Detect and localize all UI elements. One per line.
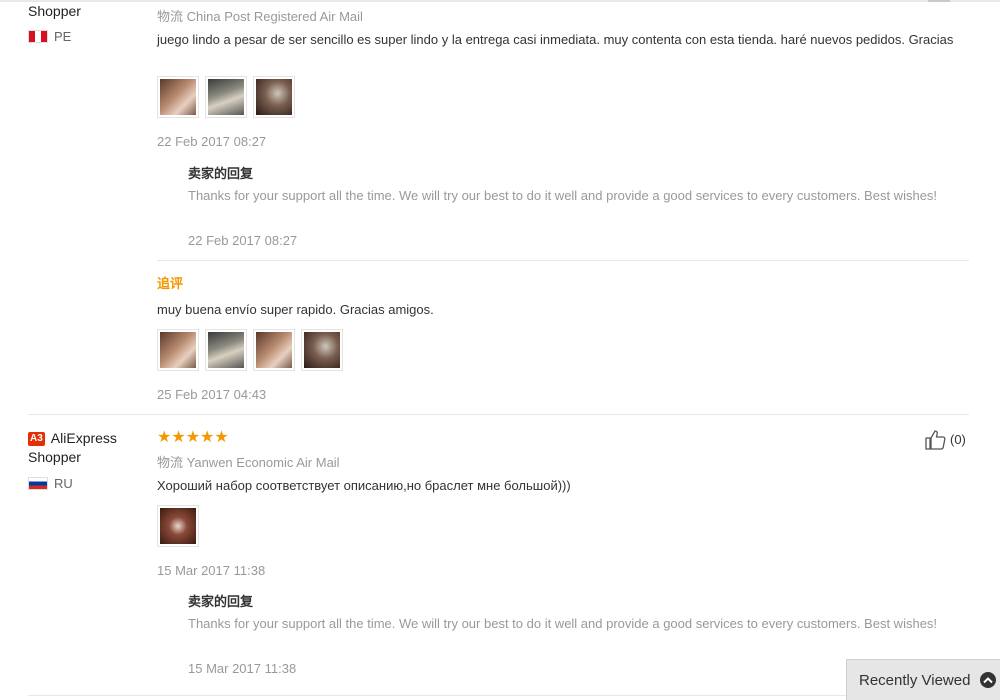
logistics-info: 物流 Yanwen Economic Air Mail — [157, 452, 340, 471]
review-text: juego lindo a pesar de ser sencillo es s… — [157, 32, 954, 47]
seller-reply-text: Thanks for your support all the time. We… — [188, 616, 938, 631]
reviewer-name: Shopper — [28, 3, 81, 19]
review-image-thumb[interactable] — [253, 329, 295, 371]
review-image-thumb[interactable] — [157, 76, 199, 118]
helpful-button[interactable]: (0) — [924, 429, 966, 450]
wrist-bracelet-photo — [160, 79, 196, 115]
review-date: 15 Mar 2017 11:38 — [157, 563, 266, 578]
thumbs-up-icon — [925, 430, 946, 450]
followup-divider — [157, 260, 969, 261]
review-date: 22 Feb 2017 08:27 — [157, 134, 267, 149]
reviewer-name-line2: Shopper — [28, 449, 81, 465]
recently-viewed-tab[interactable]: Recently Viewed — [846, 659, 1000, 700]
review-divider — [28, 695, 846, 696]
logistics-label: 物流 — [157, 9, 184, 24]
wrist-photo — [304, 332, 340, 368]
seller-reply-title: 卖家的回复 — [188, 594, 254, 609]
review-image-thumb[interactable] — [205, 329, 247, 371]
review-image-thumb[interactable] — [253, 76, 295, 118]
wrist-photo — [208, 332, 244, 368]
reviewer-country: PE — [28, 29, 71, 44]
logistics-info: 物流 China Post Registered Air Mail — [157, 6, 363, 25]
chevron-up-icon — [980, 672, 997, 688]
country-code: RU — [54, 476, 73, 491]
review-image-thumb[interactable] — [157, 329, 199, 371]
wrist-photo — [160, 332, 196, 368]
review-image-thumb[interactable] — [205, 76, 247, 118]
seller-reply-date: 15 Mar 2017 11:38 — [188, 661, 297, 676]
reviewer-country: RU — [28, 476, 73, 491]
logistics-label: 物流 — [157, 455, 184, 470]
wrist-watch-photo — [208, 79, 244, 115]
followup-images — [157, 329, 343, 371]
peru-flag-icon — [28, 30, 48, 43]
helpful-count: (0) — [950, 432, 966, 447]
russia-flag-icon — [28, 477, 48, 490]
review-images — [157, 505, 199, 547]
reviewer-info: Shopper — [28, 2, 148, 21]
followup-text: muy buena envío super rapido. Gracias am… — [157, 302, 434, 317]
seller-reply-title: 卖家的回复 — [188, 166, 254, 181]
seller-reply-date: 22 Feb 2017 08:27 — [188, 233, 298, 248]
buyer-level-badge: A3 — [28, 432, 45, 446]
recently-viewed-label: Recently Viewed — [859, 671, 971, 689]
logistics-method: Yanwen Economic Air Mail — [186, 455, 340, 470]
followup-label: 追评 — [157, 276, 184, 291]
review-image-thumb[interactable] — [157, 505, 199, 547]
star-rating: ★★★★★ — [157, 429, 229, 446]
review-text: Хороший набор соответствует описанию,но … — [157, 478, 571, 493]
reviewer-name-line1: AliExpress — [50, 430, 117, 446]
review-image-thumb[interactable] — [301, 329, 343, 371]
seller-reply-text: Thanks for your support all the time. We… — [188, 188, 938, 203]
logistics-method: China Post Registered Air Mail — [186, 9, 363, 24]
country-code: PE — [54, 29, 72, 44]
wrist-photo — [256, 332, 292, 368]
review-images — [157, 76, 295, 118]
top-divider — [0, 0, 1000, 2]
followup-date: 25 Feb 2017 04:43 — [157, 387, 267, 402]
reviewer-info: A3 AliExpress Shopper — [28, 429, 148, 467]
jewelry-closeup-photo — [256, 79, 292, 115]
reviewer-name: A3 AliExpress — [28, 429, 148, 448]
review-divider — [28, 414, 969, 415]
bracelet-box-photo — [160, 508, 196, 544]
